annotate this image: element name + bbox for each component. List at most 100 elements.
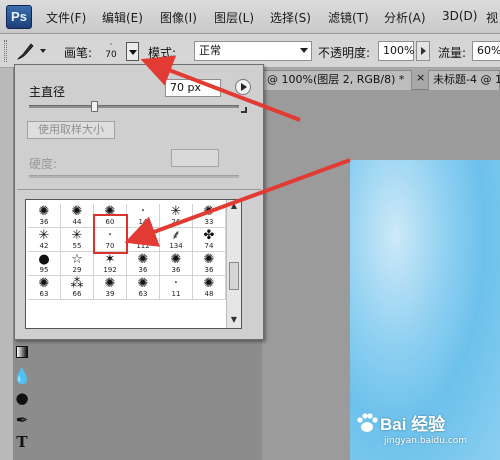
brush-size-label: 70 [105, 242, 115, 250]
brush-size-label: 11 [171, 290, 181, 298]
use-sample-size-button[interactable]: 使用取样大小 [27, 121, 115, 139]
panel-menu-button[interactable] [235, 79, 251, 95]
flow-value: 60% [477, 44, 500, 57]
grip-handle[interactable] [4, 40, 7, 62]
brush-tip-icon: ✺ [38, 204, 50, 219]
brush-preset-item[interactable]: · 14 [127, 204, 160, 228]
tab-title: 未标题-4 @ 1 [433, 73, 500, 86]
dodge-tool-icon[interactable]: ● [12, 388, 32, 408]
type-tool-icon[interactable]: T [12, 432, 32, 452]
brush-preset-item[interactable]: ☆ 29 [61, 252, 94, 276]
hardness-field [171, 149, 219, 167]
opacity-label: 不透明度: [318, 46, 371, 60]
menu-filter[interactable]: 滤镜(T) [328, 9, 369, 26]
menu-image[interactable]: 图像(I) [160, 9, 197, 26]
tab-title: @ 100%(图层 2, RGB/8) * [267, 73, 405, 86]
brush-size-label: 192 [103, 266, 117, 274]
brush-preset-item[interactable]: ✶ 192 [94, 252, 127, 276]
brush-tip-icon: ✶ [104, 252, 116, 267]
divider [17, 189, 261, 190]
brush-tip-icon: ✺ [137, 276, 149, 291]
brush-preset-item[interactable]: · 11 [160, 276, 193, 300]
menu-bar: Ps 文件(F) 编辑(E) 图像(I) 图层(L) 选择(S) 滤镜(T) 分… [0, 0, 500, 34]
hardness-label: 硬度: [29, 157, 58, 171]
brush-preset-item[interactable]: ✺ 36 [127, 252, 160, 276]
brush-tip-icon: ☆ [71, 252, 83, 267]
brush-size-label: 95 [39, 266, 49, 274]
pen-tool-icon[interactable]: ✒ [12, 410, 32, 430]
brush-size-label: 26 [171, 218, 181, 226]
brush-tip-icon: ✺ [170, 252, 182, 267]
opacity-slider-button[interactable] [416, 41, 430, 61]
mode-select[interactable]: 正常 [194, 41, 312, 61]
brush-preset-item[interactable]: ✤ 74 [193, 228, 226, 252]
brush-preset-item[interactable]: ✺ 60 [94, 204, 127, 228]
brush-size-label: 14 [138, 218, 148, 226]
gradient-tool-icon[interactable] [12, 342, 32, 362]
brush-size-preview[interactable]: · 70 [100, 40, 122, 64]
photoshop-logo: Ps [6, 5, 32, 29]
brush-preset-item[interactable]: ⁂ 66 [61, 276, 94, 300]
brush-preset-item[interactable]: ✺ 33 [193, 204, 226, 228]
menu-view[interactable]: 视 [486, 9, 498, 26]
brush-size-label: 36 [138, 266, 148, 274]
brush-list-scrollbar[interactable]: ▲ ▼ [226, 200, 241, 328]
mode-label: 模式: [148, 46, 177, 60]
scroll-down-icon[interactable]: ▼ [227, 314, 241, 326]
brush-preset-item[interactable]: ✺ 39 [94, 276, 127, 300]
flow-field[interactable]: 60% [472, 41, 500, 61]
blur-tool-icon[interactable]: 💧 [12, 366, 32, 386]
tab-document-1[interactable]: @ 100%(图层 2, RGB/8) * [262, 70, 412, 90]
brush-size-label: 29 [72, 266, 82, 274]
menu-edit[interactable]: 编辑(E) [102, 9, 143, 26]
brush-preset-item[interactable]: ✺ 63 [127, 276, 160, 300]
brush-tip-icon: ✤ [203, 228, 215, 243]
watermark-brand: Bai 经验 [380, 415, 446, 434]
tab-document-2[interactable]: 未标题-4 @ 1 [428, 70, 500, 90]
brush-preset-item[interactable]: ✺ 36 [160, 252, 193, 276]
brush-tip-icon: · [107, 228, 113, 243]
menu-3d[interactable]: 3D(D) [442, 9, 477, 23]
brush-preset-item[interactable]: ✳ 26 [160, 204, 193, 228]
brush-preset-item[interactable]: ✺ 48 [193, 276, 226, 300]
brush-preset-item[interactable]: ✺ 36 [193, 252, 226, 276]
scroll-up-icon[interactable]: ▲ [227, 200, 241, 212]
brush-label: 画笔: [64, 46, 93, 60]
menu-file[interactable]: 文件(F) [46, 9, 86, 26]
brush-picker-button[interactable] [126, 42, 139, 61]
brush-preset-item[interactable]: ⸙ 134 [160, 228, 193, 252]
workspace [262, 90, 500, 460]
brush-preset-item[interactable]: ✳ 42 [28, 228, 61, 252]
opacity-field[interactable]: 100% [378, 41, 414, 61]
menu-layer[interactable]: 图层(L) [214, 9, 254, 26]
brush-preset-item[interactable]: ✺ 63 [28, 276, 61, 300]
brush-size-label: 63 [138, 290, 148, 298]
brush-size-label: 36 [204, 266, 214, 274]
mode-value: 正常 [199, 44, 221, 57]
brush-size-label: 74 [204, 242, 214, 250]
menu-select[interactable]: 选择(S) [270, 9, 311, 26]
brush-tip-icon: ✺ [71, 204, 83, 219]
brush-preset-item[interactable]: ● 95 [28, 252, 61, 276]
menu-analysis[interactable]: 分析(A) [384, 9, 426, 26]
brush-tip-icon: ✳ [38, 228, 50, 243]
flow-label: 流量: [438, 46, 467, 60]
resize-grip-icon [241, 107, 247, 113]
close-icon[interactable]: × [416, 71, 425, 84]
brush-size-label: 42 [39, 242, 49, 250]
diameter-slider-track[interactable] [29, 105, 239, 108]
brush-preset-item[interactable]: ✦ 112 [127, 228, 160, 252]
diameter-slider-thumb[interactable] [91, 101, 99, 112]
brush-size-label: 112 [136, 242, 150, 250]
brush-tip-icon: ✳ [71, 228, 83, 243]
brush-preset-item[interactable]: ✺ 36 [28, 204, 61, 228]
brush-size-label: 134 [169, 242, 183, 250]
master-diameter-field[interactable]: 70 px [165, 79, 221, 97]
brush-preset-item[interactable]: ✺ 44 [61, 204, 94, 228]
scrollbar-thumb[interactable] [229, 262, 239, 290]
brush-tip-icon: ✳ [170, 204, 182, 219]
brush-preset-item[interactable]: ✳ 55 [61, 228, 94, 252]
opacity-value: 100% [383, 44, 415, 57]
brush-preset-item[interactable]: · 70 [94, 228, 127, 252]
brush-tool-preset[interactable] [12, 39, 50, 63]
